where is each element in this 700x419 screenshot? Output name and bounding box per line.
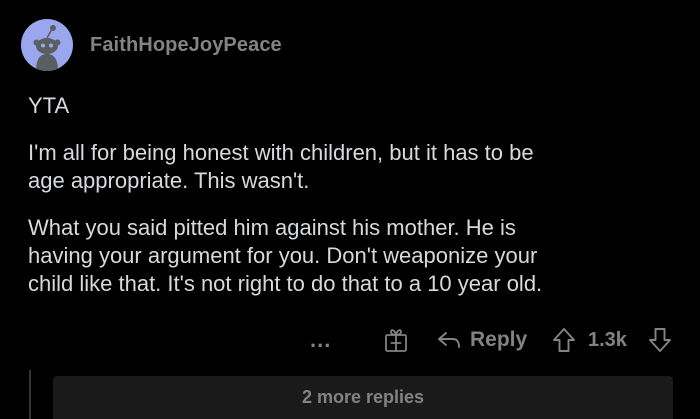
comment-action-bar: ... Reply 1.3k bbox=[310, 324, 680, 356]
comment-author[interactable]: FaithHopeJoyPeace bbox=[90, 34, 282, 57]
reply-arrow-icon bbox=[438, 332, 460, 348]
reply-label: Reply bbox=[470, 328, 528, 351]
reply-button[interactable]: Reply bbox=[436, 324, 527, 356]
more-replies-button[interactable]: 2 more replies bbox=[53, 376, 673, 419]
upvote-arrow-icon bbox=[553, 328, 575, 352]
downvote-button[interactable] bbox=[647, 324, 673, 356]
more-options-button[interactable]: ... bbox=[310, 324, 331, 356]
award-button[interactable] bbox=[383, 324, 409, 356]
vote-count: 1.3k bbox=[588, 328, 627, 351]
snoo-avatar-icon[interactable] bbox=[21, 19, 73, 71]
comment-body: YTA I'm all for being honest with childr… bbox=[28, 92, 678, 317]
comment-paragraph: YTA bbox=[28, 93, 70, 118]
comment-paragraph: I'm all for being honest with children, … bbox=[28, 140, 534, 193]
comment-paragraph: What you said pitted him against his mot… bbox=[28, 215, 543, 296]
thread-line[interactable] bbox=[29, 370, 31, 419]
gift-award-icon bbox=[385, 329, 407, 352]
downvote-arrow-icon bbox=[649, 328, 671, 352]
upvote-button[interactable] bbox=[551, 324, 577, 356]
